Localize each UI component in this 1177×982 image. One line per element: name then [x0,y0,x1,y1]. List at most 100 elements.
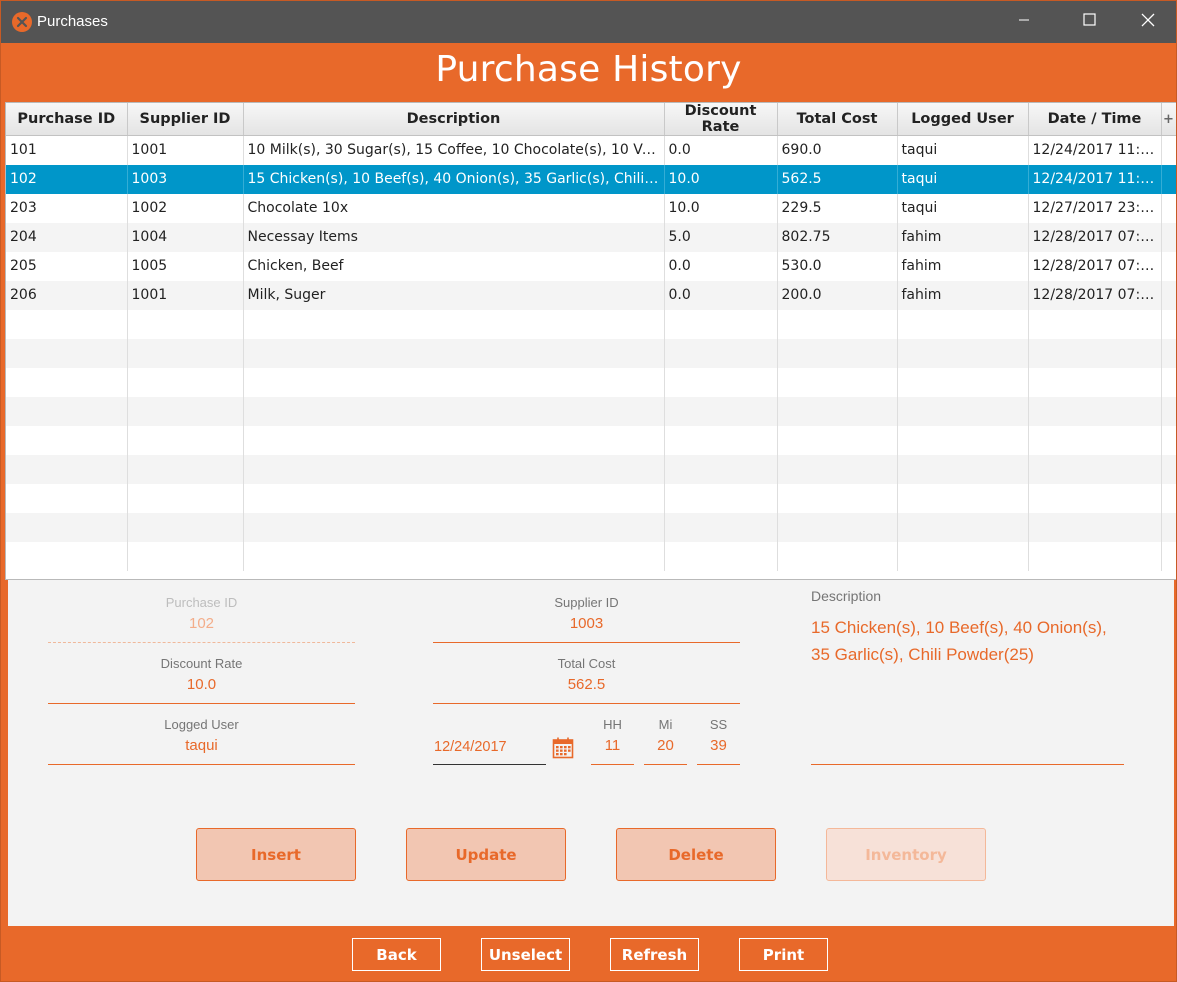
second-value[interactable]: 39 [697,735,740,757]
cell-purchase-id [6,367,128,397]
column-menu-button[interactable]: + [1161,103,1176,136]
logged-user-value[interactable]: taqui [48,735,355,757]
cell-total-cost: 562.5 [777,164,898,194]
cell-description: 15 Chicken(s), 10 Beef(s), 40 Onion(s), … [243,164,665,194]
cell-discount-rate: 0.0 [664,135,778,165]
insert-button[interactable]: Insert [196,828,356,881]
date-picker[interactable]: 12/24/2017 [433,732,546,765]
total-cost-value[interactable]: 562.5 [433,674,740,696]
table-row[interactable]: 206 1001 Milk, Suger 0.0 200.0 fahim 12/28/201… [6,280,1176,310]
discount-rate-value[interactable]: 10.0 [48,674,355,696]
cell-filler [1161,483,1176,513]
discount-rate-field[interactable]: Discount Rate 10.0 [48,656,355,704]
minute-field[interactable]: Mi 20 [644,717,687,765]
cell-description: Milk, Suger [243,280,665,310]
table-row[interactable]: 204 1004 Necessay Items 5.0 802.75 fahim 12/2… [6,222,1176,252]
column-header-logged-user[interactable]: Logged User [897,103,1029,136]
discount-rate-label: Discount Rate [160,656,243,671]
cell-purchase-id: 102 [6,164,128,194]
table-row[interactable]: 101 1001 10 Milk(s), 30 Sugar(s), 15 Coffe… [6,135,1176,165]
cell-filler [1161,512,1176,542]
cell-purchase-id [6,454,128,484]
description-textarea[interactable]: 15 Chicken(s), 10 Beef(s), 40 Onion(s), … [811,614,1121,668]
cell-supplier-id: 1002 [127,193,244,223]
cell-filler [1161,396,1176,426]
back-button[interactable]: Back [352,938,441,971]
cell-filler [1161,309,1176,339]
cell-discount-rate: 5.0 [664,222,778,252]
purchase-id-underline [48,642,355,643]
cell-supplier-id [127,425,244,455]
purchases-window: Purchases Purchase History Purchase ID S… [0,0,1177,982]
cell-logged-user [897,425,1029,455]
cell-total-cost: 690.0 [777,135,898,165]
cell-total-cost: 802.75 [777,222,898,252]
date-value[interactable]: 12/24/2017 [434,739,507,755]
cell-total-cost: 530.0 [777,251,898,281]
cell-logged-user [897,396,1029,426]
table-row[interactable]: 205 1005 Chicken, Beef 0.0 530.0 fahim 12/28/2… [6,251,1176,281]
empty-table-row [6,309,1176,339]
cell-supplier-id: 1005 [127,251,244,281]
inventory-button[interactable]: Inventory [826,828,986,881]
supplier-id-label: Supplier ID [554,595,619,610]
minute-value[interactable]: 20 [644,735,687,757]
logged-user-field[interactable]: Logged User taqui [48,717,355,765]
cell-purchase-id [6,425,128,455]
total-cost-field[interactable]: Total Cost 562.5 [433,656,740,704]
column-header-date-time[interactable]: Date / Time [1028,103,1162,136]
maximize-button[interactable] [1066,1,1112,43]
column-header-discount-rate[interactable]: Discount Rate [664,103,778,136]
second-field[interactable]: SS 39 [697,717,740,765]
logged-user-label: Logged User [164,717,239,732]
column-header-supplier-id[interactable]: Supplier ID [127,103,244,136]
description-underline [811,764,1124,765]
cell-description: Necessay Items [243,222,665,252]
minimize-button[interactable] [1001,1,1047,43]
restaurant-icon [12,12,32,32]
cell-description [243,454,665,484]
update-button[interactable]: Update [406,828,566,881]
print-button[interactable]: Print [739,938,828,971]
cell-filler [1161,135,1176,165]
empty-table-row [6,425,1176,455]
cell-logged-user [897,483,1029,513]
cell-date-time: 12/24/2017 11:3... [1028,135,1162,165]
table-row[interactable]: 102 1003 15 Chicken(s), 10 Beef(s), 40 Oni… [6,164,1176,194]
supplier-id-value[interactable]: 1003 [433,613,740,635]
discount-rate-underline [48,703,355,704]
table-header: Purchase ID Supplier ID Description Disc… [6,103,1176,136]
cell-discount-rate: 10.0 [664,164,778,194]
cell-purchase-id [6,483,128,513]
minimize-icon [1018,13,1030,31]
column-header-purchase-id[interactable]: Purchase ID [6,103,128,136]
minute-label: Mi [658,717,673,732]
supplier-id-field[interactable]: Supplier ID 1003 [433,595,740,643]
column-header-description[interactable]: Description [243,103,665,136]
cell-discount-rate [664,483,778,513]
empty-table-row [6,512,1176,542]
cell-supplier-id [127,512,244,542]
hour-field[interactable]: HH 11 [591,717,634,765]
cell-description [243,512,665,542]
cell-supplier-id [127,483,244,513]
unselect-button[interactable]: Unselect [481,938,570,971]
hour-value[interactable]: 11 [591,735,634,757]
column-header-total-cost[interactable]: Total Cost [777,103,898,136]
cell-purchase-id [6,338,128,368]
cell-date-time [1028,541,1162,571]
purchase-table[interactable]: Purchase ID Supplier ID Description Disc… [5,102,1176,580]
empty-table-row [6,338,1176,368]
cell-description [243,309,665,339]
cell-filler [1161,251,1176,281]
delete-button[interactable]: Delete [616,828,776,881]
close-button[interactable] [1125,1,1171,43]
table-row[interactable]: 203 1002 Chocolate 10x 10.0 229.5 taqui 12/27/… [6,193,1176,223]
cell-discount-rate [664,396,778,426]
calendar-icon[interactable] [552,737,574,759]
refresh-button[interactable]: Refresh [610,938,699,971]
empty-table-row [6,396,1176,426]
cell-description [243,367,665,397]
cell-description [243,425,665,455]
cell-total-cost [777,338,898,368]
